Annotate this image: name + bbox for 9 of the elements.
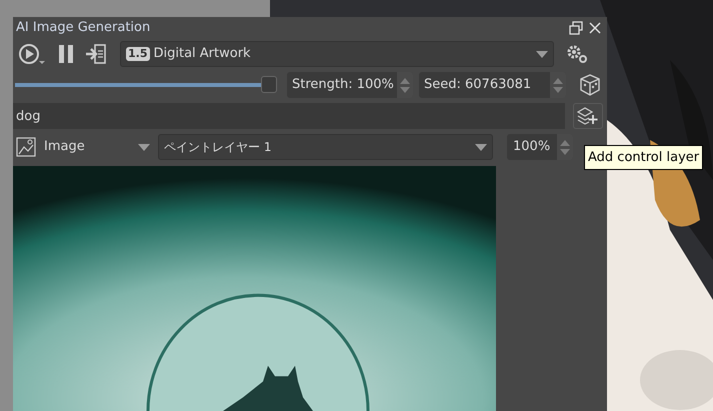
caret-icon: [138, 144, 150, 150]
window-title: AI Image Generation: [16, 19, 152, 38]
version-badge: 1.5: [126, 47, 150, 61]
strength-slider[interactable]: [15, 76, 277, 94]
apply-icon[interactable]: [84, 43, 108, 65]
control-type-dropdown[interactable]: Image: [40, 134, 150, 160]
pause-icon[interactable]: [56, 43, 76, 65]
play-icon[interactable]: [18, 42, 48, 66]
image-icon: [16, 137, 36, 157]
